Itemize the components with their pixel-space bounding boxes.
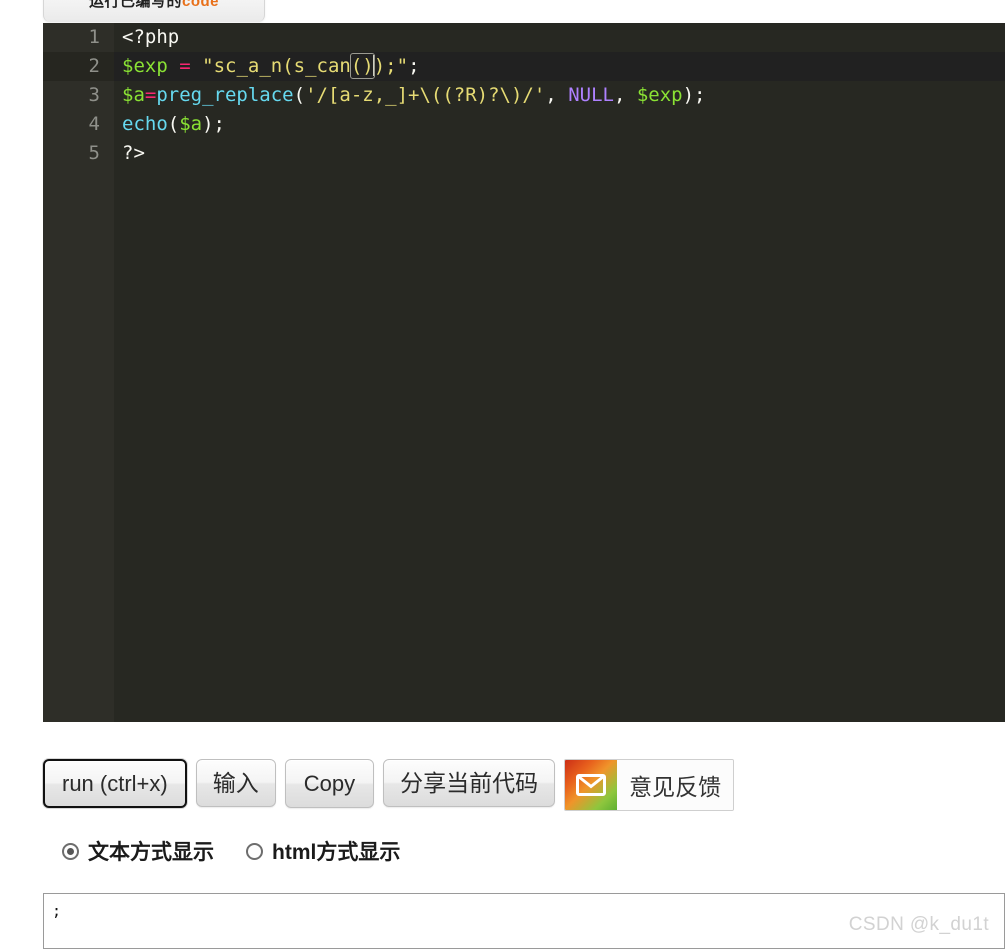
radio-dot-icon[interactable]	[246, 842, 263, 860]
radio-label-text-mode: 文本方式显示	[88, 841, 214, 864]
line-text: $exp = "sc_a_n(s_can());";	[122, 53, 420, 79]
editor-tab-label-prefix: 运行已编写的	[88, 0, 182, 10]
share-code-button[interactable]: 分享当前代码	[383, 759, 556, 808]
line-text: <?php	[122, 26, 180, 48]
copy-button[interactable]: Copy	[284, 759, 375, 809]
line-text: $a=preg_replace('/[a-z,_]+\((?R)?\)/', N…	[122, 84, 706, 106]
run-button[interactable]: run (ctrl+x)	[43, 759, 187, 809]
editor-tab-label-accent: code	[182, 0, 220, 10]
input-button[interactable]: 输入	[195, 759, 276, 808]
feedback-button-label: 意见反馈	[617, 760, 734, 810]
code-line[interactable]: 3 $a=preg_replace('/[a-z,_]+\((?R)?\)/',…	[43, 81, 1005, 110]
action-toolbar: run (ctrl+x) 输入 Copy 分享当前代码 意见反馈	[43, 759, 735, 811]
display-mode-radio-group: 文本方式显示 html方式显示	[62, 836, 400, 866]
radio-option-html-mode[interactable]: html方式显示	[246, 836, 400, 866]
line-number: 2	[43, 52, 114, 81]
code-line[interactable]: 1 <?php	[43, 23, 1005, 52]
code-line[interactable]: 5 ?>	[43, 139, 1005, 168]
code-line[interactable]: 4 echo($a);	[43, 110, 1005, 139]
line-text: echo($a);	[122, 113, 225, 135]
envelope-icon	[565, 760, 618, 810]
radio-dot-selected-icon[interactable]	[62, 842, 79, 860]
editor-tab-label: 运行已编写的code	[89, 0, 219, 11]
radio-option-text-mode[interactable]: 文本方式显示	[62, 836, 214, 866]
feedback-button[interactable]: 意见反馈	[564, 759, 735, 811]
line-number: 1	[88, 26, 100, 48]
code-content[interactable]: 1 <?php 2 $exp = "sc_a_n(s_can());"; 3 $…	[43, 23, 1005, 722]
line-text: ?>	[122, 142, 145, 164]
output-panel[interactable]: ;	[43, 893, 1005, 949]
editor-tab[interactable]: 运行已编写的code	[43, 0, 265, 22]
output-text: ;	[52, 902, 62, 920]
line-number: 4	[88, 113, 100, 135]
radio-label-html-mode: html方式显示	[272, 841, 401, 864]
code-line-active[interactable]: 2 $exp = "sc_a_n(s_can());";	[43, 52, 1005, 81]
code-editor[interactable]: 1 <?php 2 $exp = "sc_a_n(s_can());"; 3 $…	[43, 23, 1005, 722]
line-number: 3	[88, 84, 100, 106]
line-number: 5	[88, 142, 100, 164]
